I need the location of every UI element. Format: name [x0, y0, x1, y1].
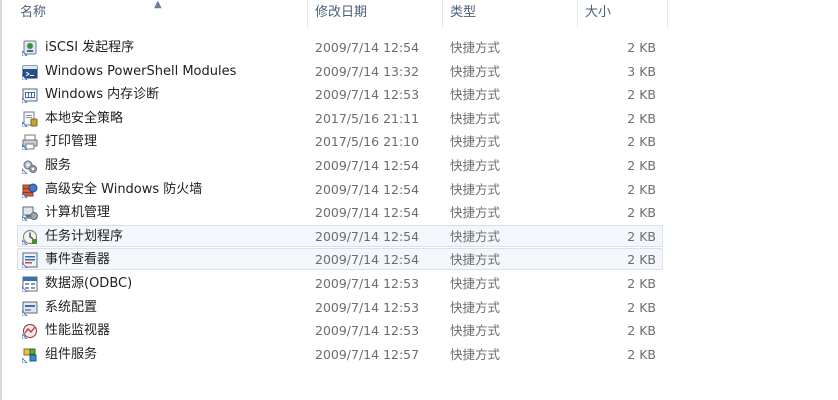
file-row[interactable]: 事件查看器 2009/7/14 12:54 快捷方式 2 KB [17, 248, 663, 271]
file-size: 2 KB [627, 252, 656, 268]
print-management-icon [21, 134, 38, 151]
file-name: 本地安全策略 [45, 110, 124, 126]
sort-ascending-icon: ▲ [154, 0, 162, 10]
file-row[interactable]: 高级安全 Windows 防火墙 2009/7/14 12:54 快捷方式 2 KB [17, 178, 663, 200]
file-type: 快捷方式 [450, 276, 501, 291]
powershell-modules-icon [21, 64, 38, 80]
file-type: 快捷方式 [450, 40, 501, 55]
file-row[interactable]: 数据源(ODBC) 2009/7/14 12:53 快捷方式 2 KB [17, 272, 663, 294]
file-name: 任务计划程序 [45, 228, 124, 244]
task-scheduler-icon [21, 229, 38, 246]
odbc-data-source-icon [21, 276, 38, 293]
file-row[interactable]: 任务计划程序 2009/7/14 12:54 快捷方式 2 KB [17, 224, 663, 247]
file-size: 2 KB [627, 228, 656, 244]
window-edge [0, 0, 2, 400]
file-size: 2 KB [627, 181, 656, 197]
file-size: 2 KB [627, 205, 656, 221]
file-size: 2 KB [627, 158, 656, 173]
file-modified-date: 2009/7/14 12:54 [315, 228, 420, 244]
file-modified-date: 2009/7/14 12:54 [315, 40, 420, 55]
file-modified-date: 2009/7/14 12:53 [315, 276, 420, 291]
component-services-icon [21, 347, 38, 364]
file-name: 服务 [45, 158, 72, 173]
system-configuration-icon [21, 300, 38, 316]
file-modified-date: 2009/7/14 12:53 [315, 323, 420, 339]
computer-management-icon [21, 205, 38, 222]
file-name: 计算机管理 [45, 205, 111, 221]
file-name: 组件服务 [45, 346, 98, 362]
file-size: 3 KB [627, 63, 656, 79]
file-size: 2 KB [627, 110, 656, 126]
file-modified-date: 2017/5/16 21:10 [315, 134, 420, 150]
file-name: 打印管理 [45, 134, 98, 150]
file-modified-date: 2009/7/14 12:54 [315, 158, 420, 173]
file-type: 快捷方式 [450, 228, 501, 244]
file-size: 2 KB [627, 276, 656, 291]
file-type: 快捷方式 [450, 63, 501, 79]
local-security-policy-icon [21, 111, 38, 128]
file-type: 快捷方式 [450, 134, 501, 150]
file-type: 快捷方式 [450, 252, 501, 268]
file-row[interactable]: 打印管理 2017/5/16 21:10 快捷方式 2 KB [17, 130, 663, 152]
file-row[interactable]: 计算机管理 2009/7/14 12:54 快捷方式 2 KB [17, 201, 663, 223]
file-name: iSCSI 发起程序 [45, 40, 135, 55]
file-name: Windows 内存诊断 [45, 87, 160, 103]
file-name: 系统配置 [45, 299, 98, 315]
file-size: 2 KB [627, 134, 656, 150]
file-row[interactable]: 服务 2009/7/14 12:54 快捷方式 2 KB [17, 154, 663, 176]
file-modified-date: 2009/7/14 12:54 [315, 252, 420, 268]
file-row[interactable]: 本地安全策略 2017/5/16 21:11 快捷方式 2 KB [17, 107, 663, 129]
file-row[interactable]: iSCSI 发起程序 2009/7/14 12:54 快捷方式 2 KB [17, 36, 663, 58]
iscsi-initiator-icon [21, 40, 38, 57]
column-header-size[interactable]: 大小 [578, 0, 668, 28]
event-viewer-icon [21, 252, 38, 269]
file-type: 快捷方式 [450, 87, 501, 103]
file-size: 2 KB [627, 299, 656, 315]
file-name: 事件查看器 [45, 252, 111, 268]
memory-diagnostic-icon [21, 87, 38, 104]
file-modified-date: 2009/7/14 12:54 [315, 205, 420, 221]
file-type: 快捷方式 [450, 158, 501, 173]
file-size: 2 KB [627, 346, 656, 362]
performance-monitor-icon [21, 323, 38, 340]
file-modified-date: 2009/7/14 12:53 [315, 87, 420, 103]
file-row[interactable]: Windows PowerShell Modules 2009/7/14 13:3… [17, 60, 663, 82]
column-header-date[interactable]: 修改日期 [308, 0, 443, 28]
file-type: 快捷方式 [450, 181, 501, 197]
file-modified-date: 2009/7/14 12:53 [315, 299, 420, 315]
services-icon [21, 158, 38, 175]
file-type: 快捷方式 [450, 346, 501, 362]
file-row[interactable]: 系统配置 2009/7/14 12:53 快捷方式 2 KB [17, 296, 663, 318]
file-modified-date: 2009/7/14 13:32 [315, 63, 420, 79]
file-modified-date: 2017/5/16 21:11 [315, 110, 420, 126]
file-size: 2 KB [627, 40, 656, 55]
file-size: 2 KB [627, 87, 656, 103]
file-name: 高级安全 Windows 防火墙 [45, 181, 203, 197]
file-name: Windows PowerShell Modules [45, 63, 237, 79]
column-header-bar: 名称 修改日期 类型 大小 ▲ [2, 0, 668, 28]
column-header-type[interactable]: 类型 [443, 0, 578, 28]
file-size: 2 KB [627, 323, 656, 339]
file-type: 快捷方式 [450, 110, 501, 126]
firewall-icon [21, 182, 38, 198]
file-row[interactable]: 性能监视器 2009/7/14 12:53 快捷方式 2 KB [17, 319, 663, 341]
file-type: 快捷方式 [450, 299, 501, 315]
file-type: 快捷方式 [450, 323, 501, 339]
file-modified-date: 2009/7/14 12:57 [315, 346, 420, 362]
file-name: 性能监视器 [45, 323, 111, 339]
file-type: 快捷方式 [450, 205, 501, 221]
file-name: 数据源(ODBC) [45, 276, 133, 291]
file-row[interactable]: 组件服务 2009/7/14 12:57 快捷方式 2 KB [17, 343, 663, 365]
file-modified-date: 2009/7/14 12:54 [315, 181, 420, 197]
file-list-view: 名称 修改日期 类型 大小 ▲ iSCSI 发起程序 2009/7/14 12:5… [0, 0, 838, 400]
file-row[interactable]: Windows 内存诊断 2009/7/14 12:53 快捷方式 2 KB [17, 83, 663, 105]
